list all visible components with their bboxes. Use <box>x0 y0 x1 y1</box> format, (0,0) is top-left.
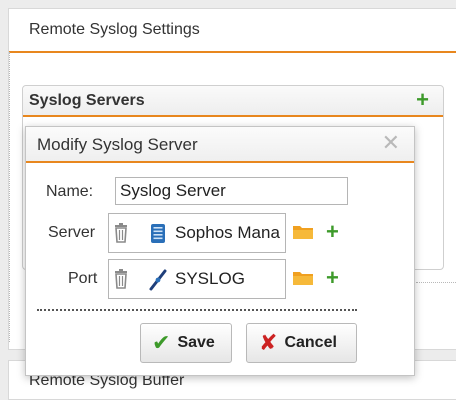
server-value: Sophos Mana <box>175 223 280 242</box>
add-port-plus-icon[interactable]: + <box>326 267 339 289</box>
host-icon <box>151 224 165 243</box>
name-label: Name: <box>46 183 94 200</box>
dotted-divider <box>416 282 456 283</box>
port-value: SYSLOG <box>175 269 245 288</box>
checkmark-icon: ✔ <box>152 330 171 355</box>
syslog-servers-header: Syslog Servers + <box>23 86 443 117</box>
modify-syslog-server-dialog: Modify Syslog Server ✕ Name: Syslog Serv… <box>25 126 415 376</box>
dialog-title: Modify Syslog Server <box>37 135 198 154</box>
server-label: Server <box>48 224 96 241</box>
add-server-icon[interactable]: + <box>416 89 429 111</box>
close-icon[interactable]: ✕ <box>382 132 400 154</box>
server-field[interactable]: Sophos Mana <box>108 213 286 253</box>
save-button[interactable]: ✔ Save <box>140 323 232 363</box>
cancel-button-label: Cancel <box>284 334 337 351</box>
trash-icon[interactable] <box>114 223 128 243</box>
dialog-header: Modify Syslog Server ✕ <box>26 127 414 163</box>
name-field[interactable]: Syslog Server <box>115 177 348 205</box>
port-field[interactable]: SYSLOG <box>108 259 286 299</box>
add-server-plus-icon[interactable]: + <box>326 221 339 243</box>
syslog-servers-title: Syslog Servers <box>29 92 145 109</box>
x-icon: ✘ <box>259 330 278 355</box>
cancel-button[interactable]: ✘ Cancel <box>246 323 357 363</box>
folder-icon[interactable] <box>292 270 314 286</box>
dotted-separator <box>37 309 357 311</box>
dotted-divider <box>9 52 10 342</box>
port-label: Port <box>68 270 98 287</box>
trash-icon[interactable] <box>114 269 128 289</box>
folder-icon[interactable] <box>292 224 314 240</box>
panel-title: Remote Syslog Settings <box>9 9 456 53</box>
service-icon <box>149 269 167 291</box>
save-button-label: Save <box>177 334 215 351</box>
